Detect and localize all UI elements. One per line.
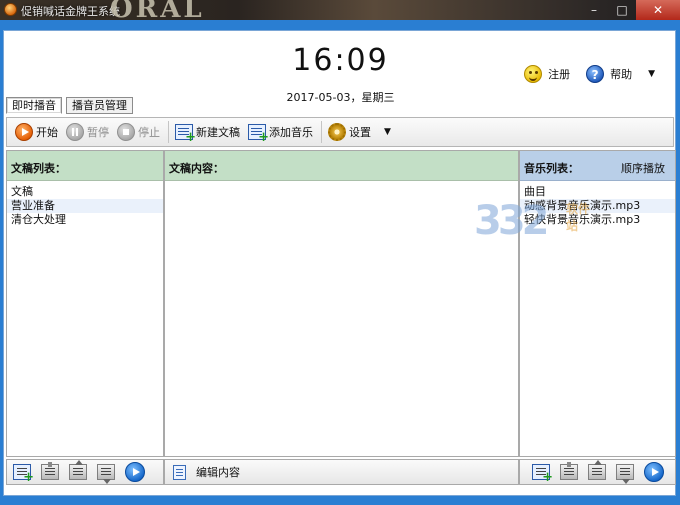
add-music-button[interactable]: 添加音乐 [248,124,313,144]
list-item[interactable]: 营业准备 [7,199,163,213]
edit-document-icon[interactable] [173,464,186,480]
pause-icon [66,123,84,141]
move-up-icon[interactable] [69,460,87,480]
edit-content-button[interactable]: 编辑内容 [196,464,240,480]
add-script-icon[interactable] [13,464,34,484]
minimize-button[interactable]: – [580,0,608,20]
start-label: 开始 [36,126,58,139]
music-actions-bar [519,459,676,485]
smiley-icon[interactable] [524,65,543,83]
new-document-icon [175,124,196,144]
list-item[interactable]: 动感背景音乐演示.mp3 [520,199,675,213]
settings-label: 设置 [349,126,371,139]
music-panel: 音乐列表： 顺序播放 曲目 动感背景音乐演示.mp3 轻快背景音乐演示.mp3 [519,150,676,457]
settings-button[interactable]: 设置 ▼ [328,123,391,141]
app-window: 16:09 2017-05-03，星期三 注册 ? 帮助 ▼ 即时播音 播音员管… [0,20,680,505]
help-link[interactable]: 帮助 [610,66,632,82]
pause-button[interactable]: 暂停 [66,123,109,141]
edit-track-icon[interactable] [560,462,578,480]
content-area[interactable] [165,181,518,451]
music-column-header: 曲目 [524,185,546,198]
title-bar: 促销喊话金牌王系统 ORAL – □ ✕ [0,0,680,24]
edit-script-icon[interactable] [41,462,59,480]
content-actions-bar: 编辑内容 [164,459,519,485]
next-arrow-icon[interactable] [644,462,664,482]
move-down-icon[interactable] [97,464,115,484]
start-button[interactable]: 开始 [15,123,58,141]
stop-button[interactable]: 停止 [117,123,160,141]
app-icon [4,3,17,16]
move-up-icon[interactable] [588,460,606,480]
toolbar-divider [321,121,322,143]
content-panel: 文稿内容： [164,150,519,457]
list-item[interactable]: 轻快背景音乐演示.mp3 [520,213,675,227]
scripts-list: 文稿 营业准备 清仓大处理 [7,185,163,227]
move-down-icon[interactable] [616,464,634,484]
app-body: 16:09 2017-05-03，星期三 注册 ? 帮助 ▼ 即时播音 播音员管… [3,30,676,496]
header-actions: 注册 ? 帮助 ▼ [524,65,655,83]
stop-icon [117,123,135,141]
add-music-label: 添加音乐 [269,126,313,139]
register-link[interactable]: 注册 [548,66,570,82]
close-button[interactable]: ✕ [636,0,680,20]
music-list: 曲目 动感背景音乐演示.mp3 轻快背景音乐演示.mp3 [520,185,675,227]
window-title: 促销喊话金牌王系统 [21,5,120,18]
next-arrow-icon[interactable] [125,462,145,482]
main-tabs: 即时播音 播音员管理 [6,97,133,114]
list-item[interactable]: 清仓大处理 [7,213,163,227]
content-panel-title: 文稿内容： [165,151,518,181]
maximize-button[interactable]: □ [608,0,636,20]
tab-announcer-management[interactable]: 播音员管理 [66,97,133,114]
scripts-column-header: 文稿 [11,185,33,198]
toolbar-divider [168,121,169,143]
tab-live-broadcast[interactable]: 即时播音 [6,97,62,114]
music-panel-title: 音乐列表： 顺序播放 [520,151,675,181]
scripts-panel-title: 文稿列表： [7,151,163,181]
new-script-label: 新建文稿 [196,126,240,139]
play-icon [15,123,33,141]
add-music-track-icon[interactable] [532,464,553,484]
chevron-down-icon[interactable]: ▼ [384,127,391,137]
toolbar: 开始 暂停 停止 新建文稿 添加音乐 设置 ▼ [6,117,674,147]
add-music-icon [248,124,269,144]
new-script-button[interactable]: 新建文稿 [175,124,240,144]
scripts-actions-bar [6,459,164,485]
window-controls: – □ ✕ [580,0,680,20]
pause-label: 暂停 [87,126,109,139]
chevron-down-icon[interactable]: ▼ [648,69,655,79]
play-mode-toggle[interactable]: 顺序播放 [621,160,665,176]
stop-label: 停止 [138,126,160,139]
music-panel-title-text: 音乐列表： [524,162,579,175]
help-icon[interactable]: ? [586,65,605,83]
scripts-panel: 文稿列表： 文稿 营业准备 清仓大处理 [6,150,164,457]
gear-icon [328,123,346,141]
